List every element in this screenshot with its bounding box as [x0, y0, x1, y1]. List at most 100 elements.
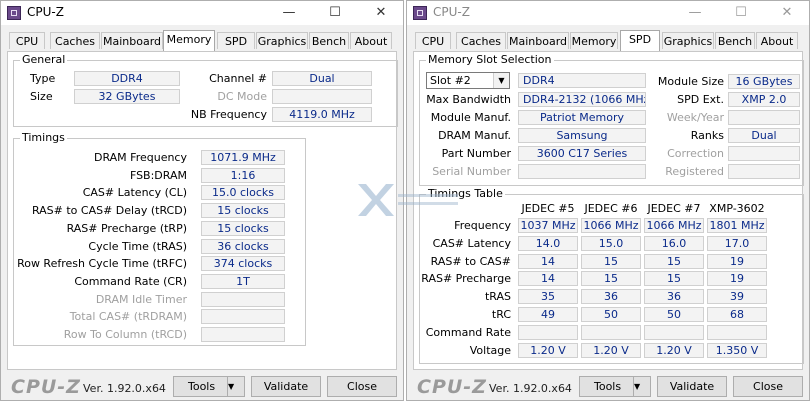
tab-spd[interactable]: SPD	[620, 30, 660, 51]
slot-select[interactable]: Slot #2 ▼	[426, 72, 510, 89]
spd-field-label: Module Size	[657, 75, 724, 88]
tab-graphics[interactable]: Graphics	[662, 32, 714, 49]
maximize-button[interactable]: ☐	[721, 1, 761, 25]
minimize-button[interactable]: —	[675, 1, 715, 25]
timings-row-label: RAS# Precharge	[421, 272, 511, 286]
timings-cell: 1.20 V	[581, 342, 641, 358]
type-value: DDR4	[74, 71, 180, 86]
tab-caches[interactable]: Caches	[456, 32, 506, 49]
cpuz-app-icon	[413, 6, 427, 20]
tab-caches[interactable]: Caches	[50, 32, 100, 49]
spd-field-value: Patriot Memory	[518, 110, 646, 125]
timings-cell: 35	[518, 289, 578, 305]
tab-mainboard[interactable]: Mainboard	[507, 32, 569, 49]
title-bar[interactable]: CPU-Z — ☐ ✕	[407, 1, 809, 25]
timings-table-group: Timings Table JEDEC #5 JEDEC #6 JEDEC #7 XM…	[419, 187, 804, 364]
memory-slot-selection-label: Memory Slot Selection	[426, 53, 554, 66]
tools-button[interactable]: Tools ▼	[579, 376, 651, 397]
memory-panel: General Type DDR4 Size 32 GBytes Channel…	[7, 51, 398, 370]
timings-cell: 39	[707, 289, 767, 305]
spd-field-label: Serial Number	[432, 165, 511, 178]
general-group: General Type DDR4 Size 32 GBytes Channel…	[13, 53, 398, 127]
validate-button[interactable]: Validate	[251, 376, 321, 397]
tab-mainboard[interactable]: Mainboard	[101, 32, 163, 49]
timings-cell: 16.0	[644, 235, 704, 251]
cpuz-window-spd: CPU-Z — ☐ ✕ CPU Caches Mainboard Memory …	[406, 0, 810, 401]
tab-memory[interactable]: Memory	[570, 32, 618, 49]
timings-cell: 36	[581, 289, 641, 305]
size-value: 32 GBytes	[74, 89, 180, 104]
timing-value: 15 clocks	[201, 203, 285, 219]
timings-cell: 49	[518, 307, 578, 322]
timing-label: DRAM Frequency	[93, 151, 187, 164]
cpuz-window-memory: CPU-Z — ☐ ✕ CPU Caches Mainboard Memory …	[0, 0, 404, 401]
timings-cell: 68	[707, 307, 767, 322]
close-button[interactable]: Close	[327, 376, 397, 397]
version-label: Ver. 1.92.0.x64	[83, 382, 166, 395]
tab-bench[interactable]: Bench	[309, 32, 349, 49]
slot-select-value: Slot #2	[430, 74, 471, 87]
timings-cell	[644, 324, 704, 340]
spd-field-value	[728, 164, 800, 179]
spd-field-value: XMP 2.0	[728, 92, 800, 107]
timing-label: Row To Column (tRCD)	[63, 328, 187, 341]
timings-cell: 1801 MHz	[707, 218, 767, 233]
general-group-label: General	[20, 53, 68, 66]
cpuz-brand-logo: CPU-Z	[11, 376, 81, 398]
timings-cell: 50	[581, 307, 641, 322]
slot-type-value: DDR4	[518, 73, 646, 88]
timings-cell: 14	[518, 253, 578, 269]
timing-value: 36 clocks	[201, 238, 285, 254]
spd-panel: Memory Slot Selection Slot #2 ▼ DDR4 Max…	[413, 51, 804, 370]
spd-field-value: Dual	[728, 128, 800, 143]
timings-cell: 14.0	[518, 235, 578, 251]
timing-label: Row Refresh Cycle Time (tRFC)	[17, 257, 187, 271]
timing-value: 1:16	[201, 167, 285, 183]
dropdown-arrow-icon[interactable]: ▼	[227, 377, 244, 396]
timings-cell: 19	[707, 253, 767, 269]
footer-bar: CPU-Z Ver. 1.92.0.x64 Tools ▼ Validate C…	[1, 372, 403, 402]
timings-row-label: Voltage	[469, 343, 511, 357]
tab-cpu[interactable]: CPU	[9, 32, 45, 49]
tab-cpu[interactable]: CPU	[415, 32, 451, 49]
minimize-button[interactable]: —	[269, 1, 309, 25]
size-label: Size	[30, 90, 53, 103]
tab-bench[interactable]: Bench	[715, 32, 755, 49]
version-label: Ver. 1.92.0.x64	[489, 382, 572, 395]
maximize-button[interactable]: ☐	[315, 1, 355, 25]
tools-button[interactable]: Tools ▼	[173, 376, 245, 397]
tab-about[interactable]: About	[350, 32, 392, 49]
timings-cell	[518, 324, 578, 340]
timing-label: RAS# Precharge (tRP)	[66, 221, 187, 235]
tools-button-label: Tools	[188, 380, 216, 393]
title-bar[interactable]: CPU-Z — ☐ ✕	[1, 1, 403, 25]
spd-field-value	[728, 110, 800, 125]
footer-bar: CPU-Z Ver. 1.92.0.x64 Tools ▼ Validate C…	[407, 372, 809, 402]
window-title: CPU-Z	[433, 5, 470, 19]
tab-graphics[interactable]: Graphics	[256, 32, 308, 49]
timing-value	[201, 309, 285, 325]
timing-label: Cycle Time (tRAS)	[88, 239, 187, 253]
watermark-logo	[358, 184, 458, 216]
timings-cell: 14	[518, 271, 578, 287]
timings-cell: 36	[644, 289, 704, 305]
spd-field-label: Correction	[667, 147, 724, 160]
spd-field-label: SPD Ext.	[677, 93, 724, 106]
timings-column-header: JEDEC #6	[584, 202, 638, 215]
dropdown-arrow-icon[interactable]: ▼	[633, 377, 650, 396]
close-button[interactable]: Close	[733, 376, 803, 397]
timing-label: DRAM Idle Timer	[95, 292, 187, 306]
window-title: CPU-Z	[27, 5, 64, 19]
timings-column-header: XMP-3602	[709, 202, 765, 215]
nb-frequency-label: NB Frequency	[190, 108, 267, 121]
spd-field-label: Ranks	[690, 129, 724, 142]
tab-spd[interactable]: SPD	[217, 32, 255, 49]
timings-row-label: Frequency	[454, 219, 511, 232]
close-window-button[interactable]: ✕	[361, 1, 401, 25]
tab-memory[interactable]: Memory	[163, 30, 215, 51]
timings-row-label: CAS# Latency	[432, 236, 511, 250]
validate-button[interactable]: Validate	[657, 376, 727, 397]
close-window-button[interactable]: ✕	[767, 1, 807, 25]
timings-cell: 15	[581, 253, 641, 269]
tab-about[interactable]: About	[756, 32, 798, 49]
